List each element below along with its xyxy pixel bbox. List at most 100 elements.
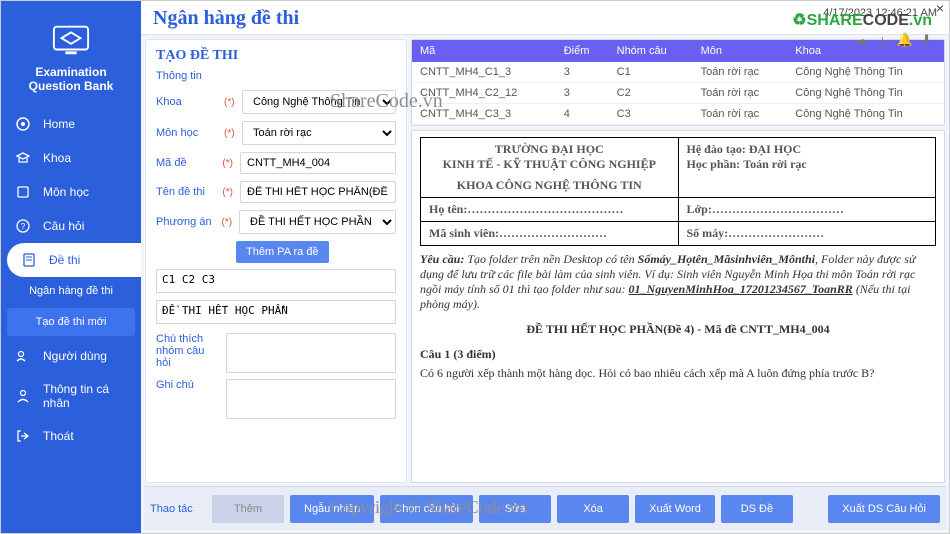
btn-word[interactable]: Xuất Word (635, 495, 715, 523)
cell-diem: 4 (556, 104, 609, 125)
cell-khoa: Công Nghệ Thông Tin (787, 83, 944, 104)
req-mark: (*) (222, 158, 236, 169)
btn-dsde[interactable]: DS Đề (721, 495, 793, 523)
input-groups[interactable]: C1 C2 C3 (156, 269, 396, 293)
th-diem[interactable]: Điểm (556, 40, 609, 62)
users-icon (15, 348, 31, 364)
row-tende: Tên đề thi (*) (156, 181, 396, 203)
plus-icon: ＋ (876, 32, 889, 51)
brand-block: Examination Question Bank (1, 11, 141, 107)
cell-nhom: C1 (609, 62, 693, 83)
cell-nhom: C3 (609, 104, 693, 125)
nav: Home Khoa Môn học ? Câu hỏi Đề thi Ngân h… (1, 107, 141, 453)
home-icon (15, 116, 31, 132)
select-phuongan[interactable]: ĐỀ THI HẾT HỌC PHẦN (239, 210, 396, 234)
th-ma[interactable]: Mã (412, 40, 556, 62)
input-paname[interactable]: ĐỀ THI HẾT HỌC PHẦN (156, 300, 396, 324)
right-panel: Mã Điểm Nhóm câu Môn Khoa CNTT_MH4_C1_33… (411, 39, 945, 483)
doc-req-l: Yêu cầu: (420, 252, 464, 266)
nav-nguoidung[interactable]: Người dùng (1, 339, 141, 373)
nav-khoa[interactable]: Khoa (1, 141, 141, 175)
watermark-center: ShareCode.vn (330, 90, 443, 113)
bottom-label: Thao tác (150, 503, 206, 515)
cell-mon: Toán rời rạc (693, 62, 788, 83)
input-tende[interactable] (240, 181, 396, 203)
bottom-toolbar: Thao tác Thêm Ngẫu nhiên Chọn câu hỏi Sử… (144, 486, 946, 530)
label-made: Mã đề (156, 157, 218, 169)
btn-dscauhoi[interactable]: Xuất DS Câu Hỏi (828, 495, 940, 523)
cell-mon: Toán rời rạc (693, 83, 788, 104)
label-tende: Tên đề thi (156, 186, 218, 198)
doc-lop: Lớp:…………………………… (687, 202, 844, 216)
bell-icon: 🔔 (897, 32, 913, 51)
question-icon: ? (15, 218, 31, 234)
content: TẠO ĐỀ THI Thông tin Khoa (*) Công Nghệ T… (141, 35, 949, 533)
cell-mon: Toán rời rạc (693, 104, 788, 125)
book-icon (15, 184, 31, 200)
doc-q1-body: Có 6 người xếp thành một hàng dọc. Hỏi c… (420, 366, 936, 381)
form-section-title: TẠO ĐỀ THI (156, 48, 396, 64)
nav-monhoc-label: Môn học (43, 185, 89, 199)
doc-hp-v: Toán rời rạc (743, 157, 807, 171)
label-chuthich: Chú thích nhóm câu hỏi (156, 333, 220, 373)
nav-exit-label: Thoát (43, 429, 74, 443)
label-ghichu: Ghi chú (156, 379, 220, 419)
nav-profile[interactable]: Thông tin cá nhân (1, 373, 141, 419)
window-close-icon[interactable]: × (936, 0, 944, 16)
table-row[interactable]: CNTT_MH4_C2_123C2Toán rời rạcCông Nghệ T… (412, 83, 944, 104)
label-khoa: Khoa (156, 96, 220, 108)
doc-hedt-v: ĐẠI HỌC (749, 142, 801, 156)
exam-icon (21, 252, 37, 268)
download-icon: ⬇ (921, 32, 932, 51)
doc-somay: Số máy:…………………… (687, 226, 825, 240)
row-phuongan: Phương án(*) ĐỀ THI HẾT HỌC PHẦN (156, 210, 396, 234)
form-subtitle: Thông tin (156, 70, 396, 82)
nav-cauhoi[interactable]: ? Câu hỏi (1, 209, 141, 243)
subnav-bank[interactable]: Ngân hàng đề thi (1, 277, 141, 305)
table-row[interactable]: CNTT_MH4_C1_33C1Toán rời rạcCông Nghệ Th… (412, 62, 944, 83)
watermark-logo: ♻SHARECODE.vn (792, 10, 932, 30)
doc-req-b2: 01_NguyenMinhHoa_17201234567_ToanRR (629, 282, 853, 296)
table-row[interactable]: CNTT_MH4_C3_34C3Toán rời rạcCông Nghệ Th… (412, 104, 944, 125)
doc-msv: Mã sinh viên:……………………… (429, 226, 607, 240)
doc-univ2: KINH TẾ - KỸ THUẬT CÔNG NGHIỆP (429, 157, 670, 172)
subnav-create[interactable]: Tạo đề thi mới (7, 308, 135, 336)
req-mark: (*) (222, 217, 235, 228)
sidebar: Examination Question Bank Home Khoa Môn … (1, 1, 141, 533)
btn-xoa[interactable]: Xóa (557, 495, 629, 523)
doc-hedt-l: Hệ đào tạo: (687, 142, 746, 156)
app-root: Examination Question Bank Home Khoa Môn … (0, 0, 950, 534)
nav-dethi[interactable]: Đề thi (7, 243, 141, 277)
select-monhoc[interactable]: Toán rời rạc (242, 121, 396, 145)
req-mark: (*) (224, 97, 238, 108)
doc-exam-title: ĐỀ THI HẾT HỌC PHẦN(Đề 4) - Mã đề CNTT_M… (420, 322, 936, 337)
cell-diem: 3 (556, 62, 609, 83)
exit-icon (15, 428, 31, 444)
input-chuthich[interactable] (226, 333, 396, 373)
nav-monhoc[interactable]: Môn học (1, 175, 141, 209)
doc-req-t1: Tạo folder trên nền Desktop có tên (467, 252, 637, 266)
nav-dethi-label: Đề thi (49, 253, 80, 267)
btn-add-pa[interactable]: Thêm PA ra đề (236, 241, 329, 263)
nav-khoa-label: Khoa (43, 151, 71, 165)
nav-profile-label: Thông tin cá nhân (43, 382, 127, 410)
nav-cauhoi-label: Câu hỏi (43, 219, 84, 233)
doc-dept: KHOA CÔNG NGHỆ THÔNG TIN (429, 178, 670, 193)
th-mon[interactable]: Môn (693, 40, 788, 62)
doc-univ1: TRƯỜNG ĐẠI HỌC (429, 142, 670, 157)
main-area: Ngân hàng đề thi 4/17/2023 12:46:21 AM T… (141, 1, 949, 533)
doc-req-b1: Sốmáy_Họtên_Mãsinhviên_Mônthi (638, 252, 815, 266)
document-preview[interactable]: TRƯỜNG ĐẠI HỌC KINH TẾ - KỸ THUẬT CÔNG N… (411, 130, 945, 483)
req-mark: (*) (222, 187, 236, 198)
cell-diem: 3 (556, 83, 609, 104)
cell-ma: CNTT_MH4_C1_3 (412, 62, 556, 83)
th-nhom[interactable]: Nhóm câu (609, 40, 693, 62)
nav-exit[interactable]: Thoát (1, 419, 141, 453)
cell-khoa: Công Nghệ Thông Tin (787, 104, 944, 125)
input-ghichu[interactable] (226, 379, 396, 419)
nav-home[interactable]: Home (1, 107, 141, 141)
input-made[interactable] (240, 152, 396, 174)
brand-line1: Examination (5, 65, 137, 79)
doc-hp-l: Học phần: (687, 157, 741, 171)
doc-hoten: Họ tên:………………………………… (429, 202, 623, 216)
